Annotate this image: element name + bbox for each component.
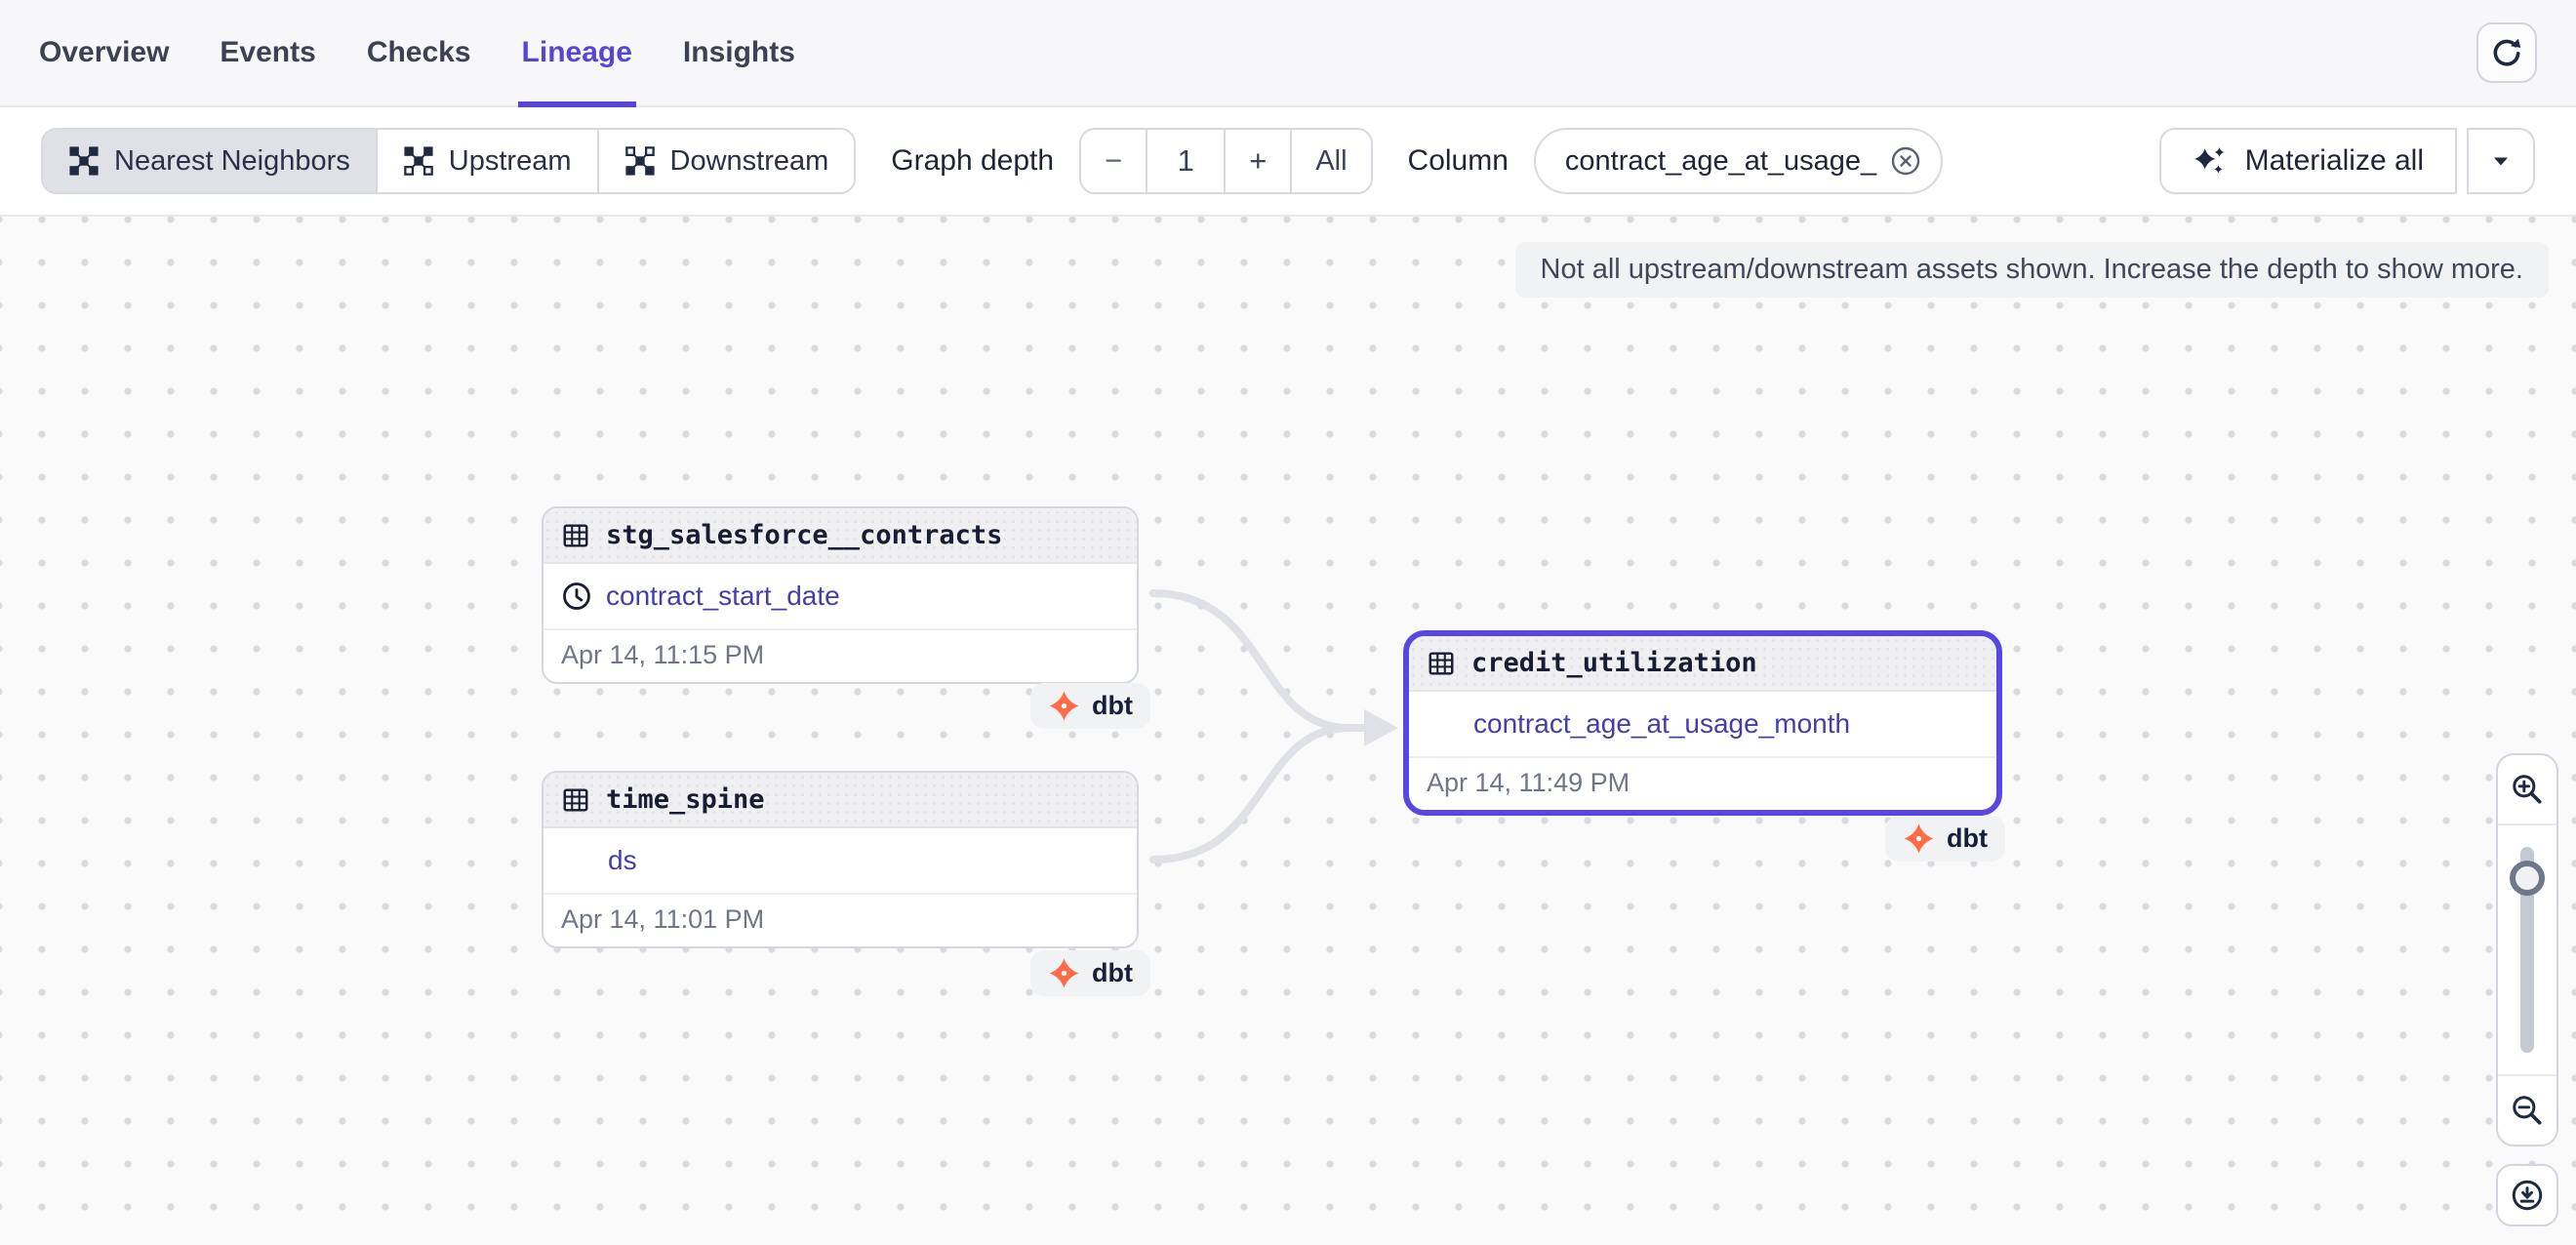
depth-all-button[interactable]: All <box>1290 130 1370 192</box>
depth-notice: Not all upstream/downstream assets shown… <box>1515 242 2549 298</box>
node-timestamp: Apr 14, 11:01 PM <box>543 895 1137 946</box>
graph-depth-label: Graph depth <box>891 144 1054 178</box>
view-mode-upstream[interactable]: Upstream <box>376 130 597 192</box>
dbt-badge: dbt <box>1030 683 1150 729</box>
graph-depth-stepper: − 1 + All <box>1079 128 1372 194</box>
lineage-canvas[interactable]: Not all upstream/downstream assets shown… <box>0 217 2576 1245</box>
tab-overview[interactable]: Overview <box>39 0 169 105</box>
column-filter-label: Column <box>1408 144 1509 178</box>
sparkles-icon <box>2193 143 2228 179</box>
tab-events[interactable]: Events <box>220 0 315 105</box>
zoom-in-button[interactable] <box>2498 755 2556 825</box>
zoom-panel <box>2496 753 2558 1146</box>
depth-increment-button[interactable]: + <box>1224 130 1290 192</box>
dbt-logo-icon <box>1048 690 1080 722</box>
node-credit-utilization[interactable]: credit_utilization contract_age_at_usage… <box>1403 630 2002 816</box>
node-timestamp: Apr 14, 11:49 PM <box>1409 758 1996 810</box>
dbt-badge-label: dbt <box>1092 691 1133 721</box>
node-column-row[interactable]: contract_age_at_usage_month <box>1409 692 1996 758</box>
node-title: stg_salesforce__contracts <box>606 520 1002 550</box>
dbt-badge-label: dbt <box>1092 958 1133 988</box>
node-time-spine[interactable]: time_spine ds Apr 14, 11:01 PM <box>542 771 1139 948</box>
view-mode-downstream[interactable]: Downstream <box>597 130 855 192</box>
dbt-logo-icon <box>1048 957 1080 989</box>
download-circle-icon <box>2510 1178 2545 1213</box>
node-header: stg_salesforce__contracts <box>543 508 1137 564</box>
view-mode-label: Downstream <box>670 145 829 178</box>
circle-x-icon[interactable] <box>1890 145 1921 177</box>
table-icon <box>561 785 590 815</box>
icon-spacer <box>561 861 594 862</box>
refresh-icon <box>2490 36 2523 69</box>
dbt-badge: dbt <box>1885 816 2005 862</box>
upstream-icon <box>403 145 434 177</box>
lineage-edges <box>0 217 2576 1245</box>
node-header: time_spine <box>543 773 1137 828</box>
node-title: credit_utilization <box>1471 648 1757 678</box>
node-column-row[interactable]: ds <box>543 828 1137 895</box>
zoom-slider-knob[interactable] <box>2510 861 2545 896</box>
lineage-toolbar: Nearest Neighbors <box>0 107 2576 217</box>
zoom-out-button[interactable] <box>2498 1074 2556 1145</box>
view-mode-group: Nearest Neighbors <box>41 128 856 194</box>
node-timestamp: Apr 14, 11:15 PM <box>543 630 1137 682</box>
zoom-out-icon <box>2510 1093 2545 1128</box>
nearest-neighbors-icon <box>68 145 100 177</box>
view-mode-label: Upstream <box>449 145 572 178</box>
view-mode-label: Nearest Neighbors <box>114 145 350 178</box>
zoom-slider[interactable] <box>2498 825 2556 1074</box>
dbt-logo-icon <box>1903 823 1935 855</box>
top-nav: Overview Events Checks Lineage Insights <box>0 0 2576 107</box>
column-name: ds <box>608 845 637 876</box>
downstream-icon <box>624 145 656 177</box>
fit-view-button[interactable] <box>2496 1164 2558 1226</box>
column-name: contract_age_at_usage_month <box>1473 708 1850 740</box>
toolbar-right: Materialize all <box>2159 128 2535 194</box>
zoom-in-icon <box>2510 772 2545 807</box>
dbt-badge: dbt <box>1030 950 1150 996</box>
table-icon <box>1427 649 1456 678</box>
node-title: time_spine <box>606 784 765 815</box>
view-mode-nearest-neighbors[interactable]: Nearest Neighbors <box>43 130 376 192</box>
nav-tabs: Overview Events Checks Lineage Insights <box>39 0 795 105</box>
tab-lineage[interactable]: Lineage <box>522 0 632 105</box>
table-icon <box>561 521 590 550</box>
column-filter-chip[interactable]: contract_age_at_usage_ <box>1534 128 1943 194</box>
node-column-row[interactable]: contract_start_date <box>543 564 1137 630</box>
column-filter-value: contract_age_at_usage_ <box>1565 145 1876 178</box>
materialize-all-button[interactable]: Materialize all <box>2159 128 2457 194</box>
materialize-all-label: Materialize all <box>2245 144 2424 178</box>
clock-icon <box>561 581 592 612</box>
tab-checks[interactable]: Checks <box>367 0 471 105</box>
materialize-dropdown-button[interactable] <box>2467 128 2535 194</box>
column-name: contract_start_date <box>606 581 840 612</box>
depth-decrement-button[interactable]: − <box>1081 130 1146 192</box>
tab-insights[interactable]: Insights <box>683 0 795 105</box>
lineage-page: Overview Events Checks Lineage Insights <box>0 0 2576 1245</box>
node-stg-salesforce-contracts[interactable]: stg_salesforce__contracts contract_start… <box>542 506 1139 684</box>
icon-spacer <box>1427 724 1460 725</box>
depth-value[interactable]: 1 <box>1146 130 1224 192</box>
node-header: credit_utilization <box>1409 636 1996 692</box>
chevron-down-icon <box>2488 148 2514 174</box>
refresh-button[interactable] <box>2476 22 2537 83</box>
dbt-badge-label: dbt <box>1947 823 1988 854</box>
